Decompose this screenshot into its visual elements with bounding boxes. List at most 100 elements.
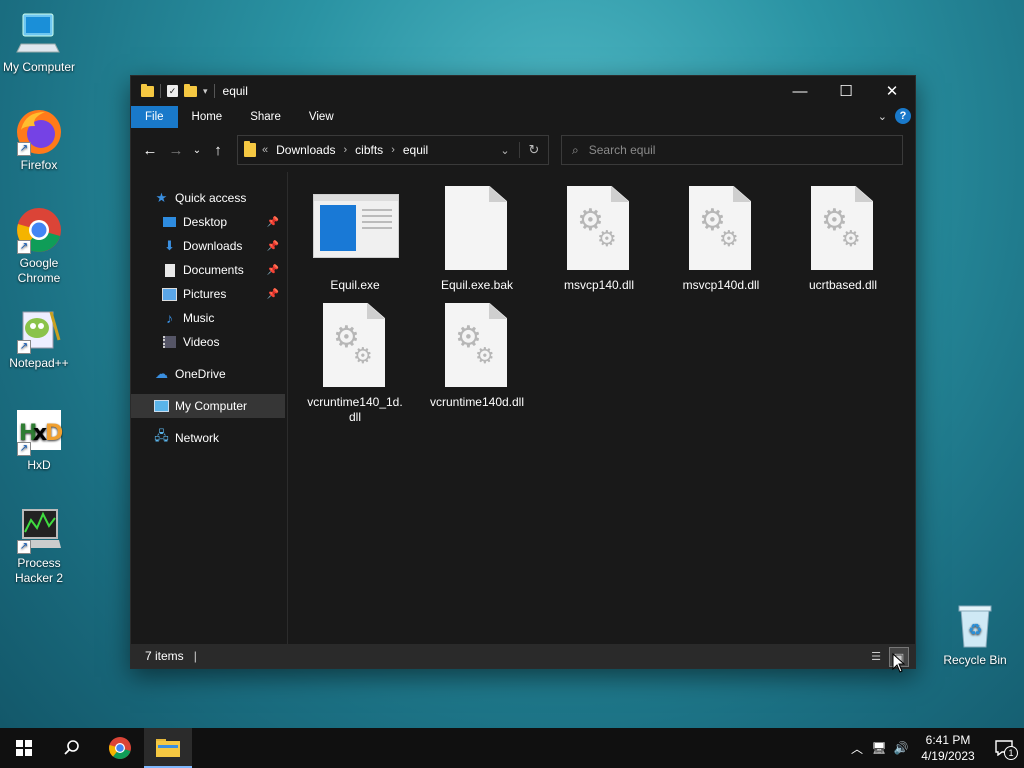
navigation-bar: ← → ⌄ ↑ « Downloads › cibfts › equil ⌄ ↻… bbox=[131, 128, 915, 172]
sidebar-item-music[interactable]: ♪ Music bbox=[131, 306, 287, 330]
clock[interactable]: 6:41 PM 4/19/2023 bbox=[912, 732, 984, 764]
address-dropdown-icon[interactable]: ⌄ bbox=[491, 144, 519, 157]
close-button[interactable]: ✕ bbox=[869, 76, 915, 106]
title-bar[interactable]: ✓ ▾ equil — ☐ ✕ bbox=[131, 76, 915, 106]
properties-icon[interactable]: ✓ bbox=[167, 85, 178, 97]
chevron-up-icon[interactable]: ︿ bbox=[846, 740, 868, 757]
chrome-icon: ↗ bbox=[15, 206, 63, 254]
hxd-icon: HxD ↗ bbox=[15, 408, 63, 456]
file-item[interactable]: Equil.exe.bak bbox=[422, 186, 532, 293]
details-view-icon[interactable]: ☰ bbox=[867, 647, 885, 665]
breadcrumb-cibfts[interactable]: cibfts bbox=[355, 143, 383, 157]
back-button[interactable]: ← bbox=[137, 142, 163, 159]
overflow-crumb[interactable]: « bbox=[262, 144, 268, 156]
separator bbox=[160, 84, 161, 98]
music-icon: ♪ bbox=[166, 310, 173, 326]
sidebar-item-label: Quick access bbox=[175, 191, 247, 205]
taskbar-file-explorer[interactable] bbox=[144, 728, 192, 768]
desktop-icon-notepadpp[interactable]: ↗ Notepad++ bbox=[0, 306, 79, 371]
ribbon-tabs: File Home Share View ⌄ ? bbox=[131, 106, 915, 128]
address-bar[interactable]: « Downloads › cibfts › equil ⌄ ↻ bbox=[237, 135, 549, 165]
file-item[interactable]: Equil.exe bbox=[300, 186, 410, 293]
breadcrumb-downloads[interactable]: Downloads bbox=[276, 143, 335, 157]
file-explorer-window: ✓ ▾ equil — ☐ ✕ File Home Share View ⌄ ?… bbox=[130, 75, 916, 669]
up-button[interactable]: ↑ bbox=[205, 142, 231, 159]
expand-ribbon-icon[interactable]: ⌄ bbox=[878, 110, 887, 123]
dll-file-icon: ⚙ ⚙ bbox=[679, 186, 763, 272]
network-icon[interactable]: 🖥 bbox=[868, 741, 890, 755]
sidebar-item-onedrive[interactable]: ☁ OneDrive bbox=[131, 362, 287, 386]
quick-access-toolbar: ✓ ▾ bbox=[131, 83, 215, 98]
download-icon: ⬇ bbox=[164, 238, 175, 253]
pin-icon[interactable]: 📌 bbox=[267, 265, 279, 276]
pin-icon[interactable]: 📌 bbox=[267, 217, 279, 228]
desktop-icon-label: Google Chrome bbox=[17, 256, 61, 285]
file-item[interactable]: ⚙ ⚙ msvcp140.dll bbox=[544, 186, 654, 293]
shortcut-arrow-icon: ↗ bbox=[17, 340, 31, 354]
tab-file[interactable]: File bbox=[131, 106, 178, 128]
search-input[interactable] bbox=[586, 142, 881, 158]
file-item[interactable]: ⚙ ⚙ msvcp140d.dll bbox=[666, 186, 776, 293]
status-bar: 7 items | ☰ ▣ bbox=[131, 644, 915, 668]
explorer-body: ★ Quick access Desktop 📌 ⬇ Downloads 📌 D… bbox=[131, 172, 915, 644]
tab-view[interactable]: View bbox=[295, 106, 348, 128]
shortcut-arrow-icon: ↗ bbox=[17, 142, 31, 156]
svg-text:D: D bbox=[45, 421, 63, 446]
sidebar-item-label: Music bbox=[183, 311, 215, 325]
volume-icon[interactable]: 🔊 bbox=[890, 741, 912, 755]
desktop-icon-my-computer[interactable]: My Computer bbox=[0, 10, 79, 75]
pin-icon[interactable]: 📌 bbox=[267, 289, 279, 300]
desktop-icon-label: Notepad++ bbox=[9, 356, 69, 370]
sidebar-item-quick-access[interactable]: ★ Quick access bbox=[131, 186, 287, 210]
clock-date: 4/19/2023 bbox=[921, 749, 975, 763]
notification-center-button[interactable]: 1 bbox=[984, 728, 1024, 768]
start-button[interactable] bbox=[0, 728, 48, 768]
chevron-down-icon[interactable]: ▾ bbox=[203, 86, 208, 97]
new-folder-icon[interactable] bbox=[184, 83, 197, 97]
pin-icon[interactable]: 📌 bbox=[267, 241, 279, 252]
sidebar-item-label: Videos bbox=[183, 335, 220, 349]
chevron-right-icon[interactable]: › bbox=[344, 144, 348, 156]
desktop-icon-chrome[interactable]: ↗ Google Chrome bbox=[0, 206, 79, 286]
item-count: 7 items bbox=[145, 649, 184, 663]
tab-share[interactable]: Share bbox=[236, 106, 295, 128]
sidebar-item-pictures[interactable]: Pictures 📌 bbox=[131, 282, 287, 306]
minimize-button[interactable]: — bbox=[777, 76, 823, 106]
file-name: msvcp140.dll bbox=[563, 278, 635, 292]
search-box[interactable]: ⌕ bbox=[561, 135, 903, 165]
sidebar-item-videos[interactable]: Videos bbox=[131, 330, 287, 354]
desktop-icon-process-hacker[interactable]: ↗ Process Hacker 2 bbox=[0, 506, 79, 586]
system-tray: ︿ 🖥 🔊 6:41 PM 4/19/2023 1 bbox=[846, 728, 1024, 768]
sidebar-item-desktop[interactable]: Desktop 📌 bbox=[131, 210, 287, 234]
maximize-button[interactable]: ☐ bbox=[823, 76, 869, 106]
sidebar-item-documents[interactable]: Documents 📌 bbox=[131, 258, 287, 282]
forward-button[interactable]: → bbox=[163, 142, 189, 159]
desktop-icon-firefox[interactable]: ↗ Firefox bbox=[0, 108, 79, 173]
recent-locations-button[interactable]: ⌄ bbox=[189, 145, 205, 156]
cloud-icon: ☁ bbox=[155, 366, 168, 381]
notification-badge: 1 bbox=[1004, 746, 1018, 760]
help-icon[interactable]: ? bbox=[895, 108, 911, 124]
sidebar-item-label: Documents bbox=[183, 263, 244, 277]
chevron-right-icon[interactable]: › bbox=[391, 144, 395, 156]
sidebar-item-my-computer[interactable]: My Computer bbox=[131, 394, 285, 418]
taskbar-chrome[interactable] bbox=[96, 728, 144, 768]
breadcrumb-equil[interactable]: equil bbox=[403, 143, 428, 157]
svg-text:♻: ♻ bbox=[968, 620, 982, 639]
file-item[interactable]: ⚙ ⚙ ucrtbased.dll bbox=[788, 186, 898, 293]
tab-home[interactable]: Home bbox=[178, 106, 237, 128]
sidebar-item-network[interactable]: 🖧 Network bbox=[131, 426, 287, 450]
sidebar-item-label: My Computer bbox=[175, 399, 248, 413]
search-button[interactable] bbox=[48, 728, 96, 768]
dll-file-icon: ⚙ ⚙ bbox=[313, 303, 397, 389]
computer-icon bbox=[154, 399, 169, 414]
file-item[interactable]: ⚙ ⚙ vcruntime140_1d.dll bbox=[297, 303, 413, 425]
sidebar-item-downloads[interactable]: ⬇ Downloads 📌 bbox=[131, 234, 287, 258]
search-icon bbox=[64, 740, 79, 755]
taskbar: ︿ 🖥 🔊 6:41 PM 4/19/2023 1 bbox=[0, 728, 1024, 768]
sidebar-item-label: Desktop bbox=[183, 215, 228, 229]
refresh-button[interactable]: ↻ bbox=[519, 142, 548, 158]
desktop-icon-hxd[interactable]: HxD ↗ HxD bbox=[0, 408, 79, 473]
desktop-icon-recycle-bin[interactable]: ♻ Recycle Bin bbox=[935, 603, 1015, 668]
file-item[interactable]: ⚙ ⚙ vcruntime140d.dll bbox=[422, 303, 532, 410]
